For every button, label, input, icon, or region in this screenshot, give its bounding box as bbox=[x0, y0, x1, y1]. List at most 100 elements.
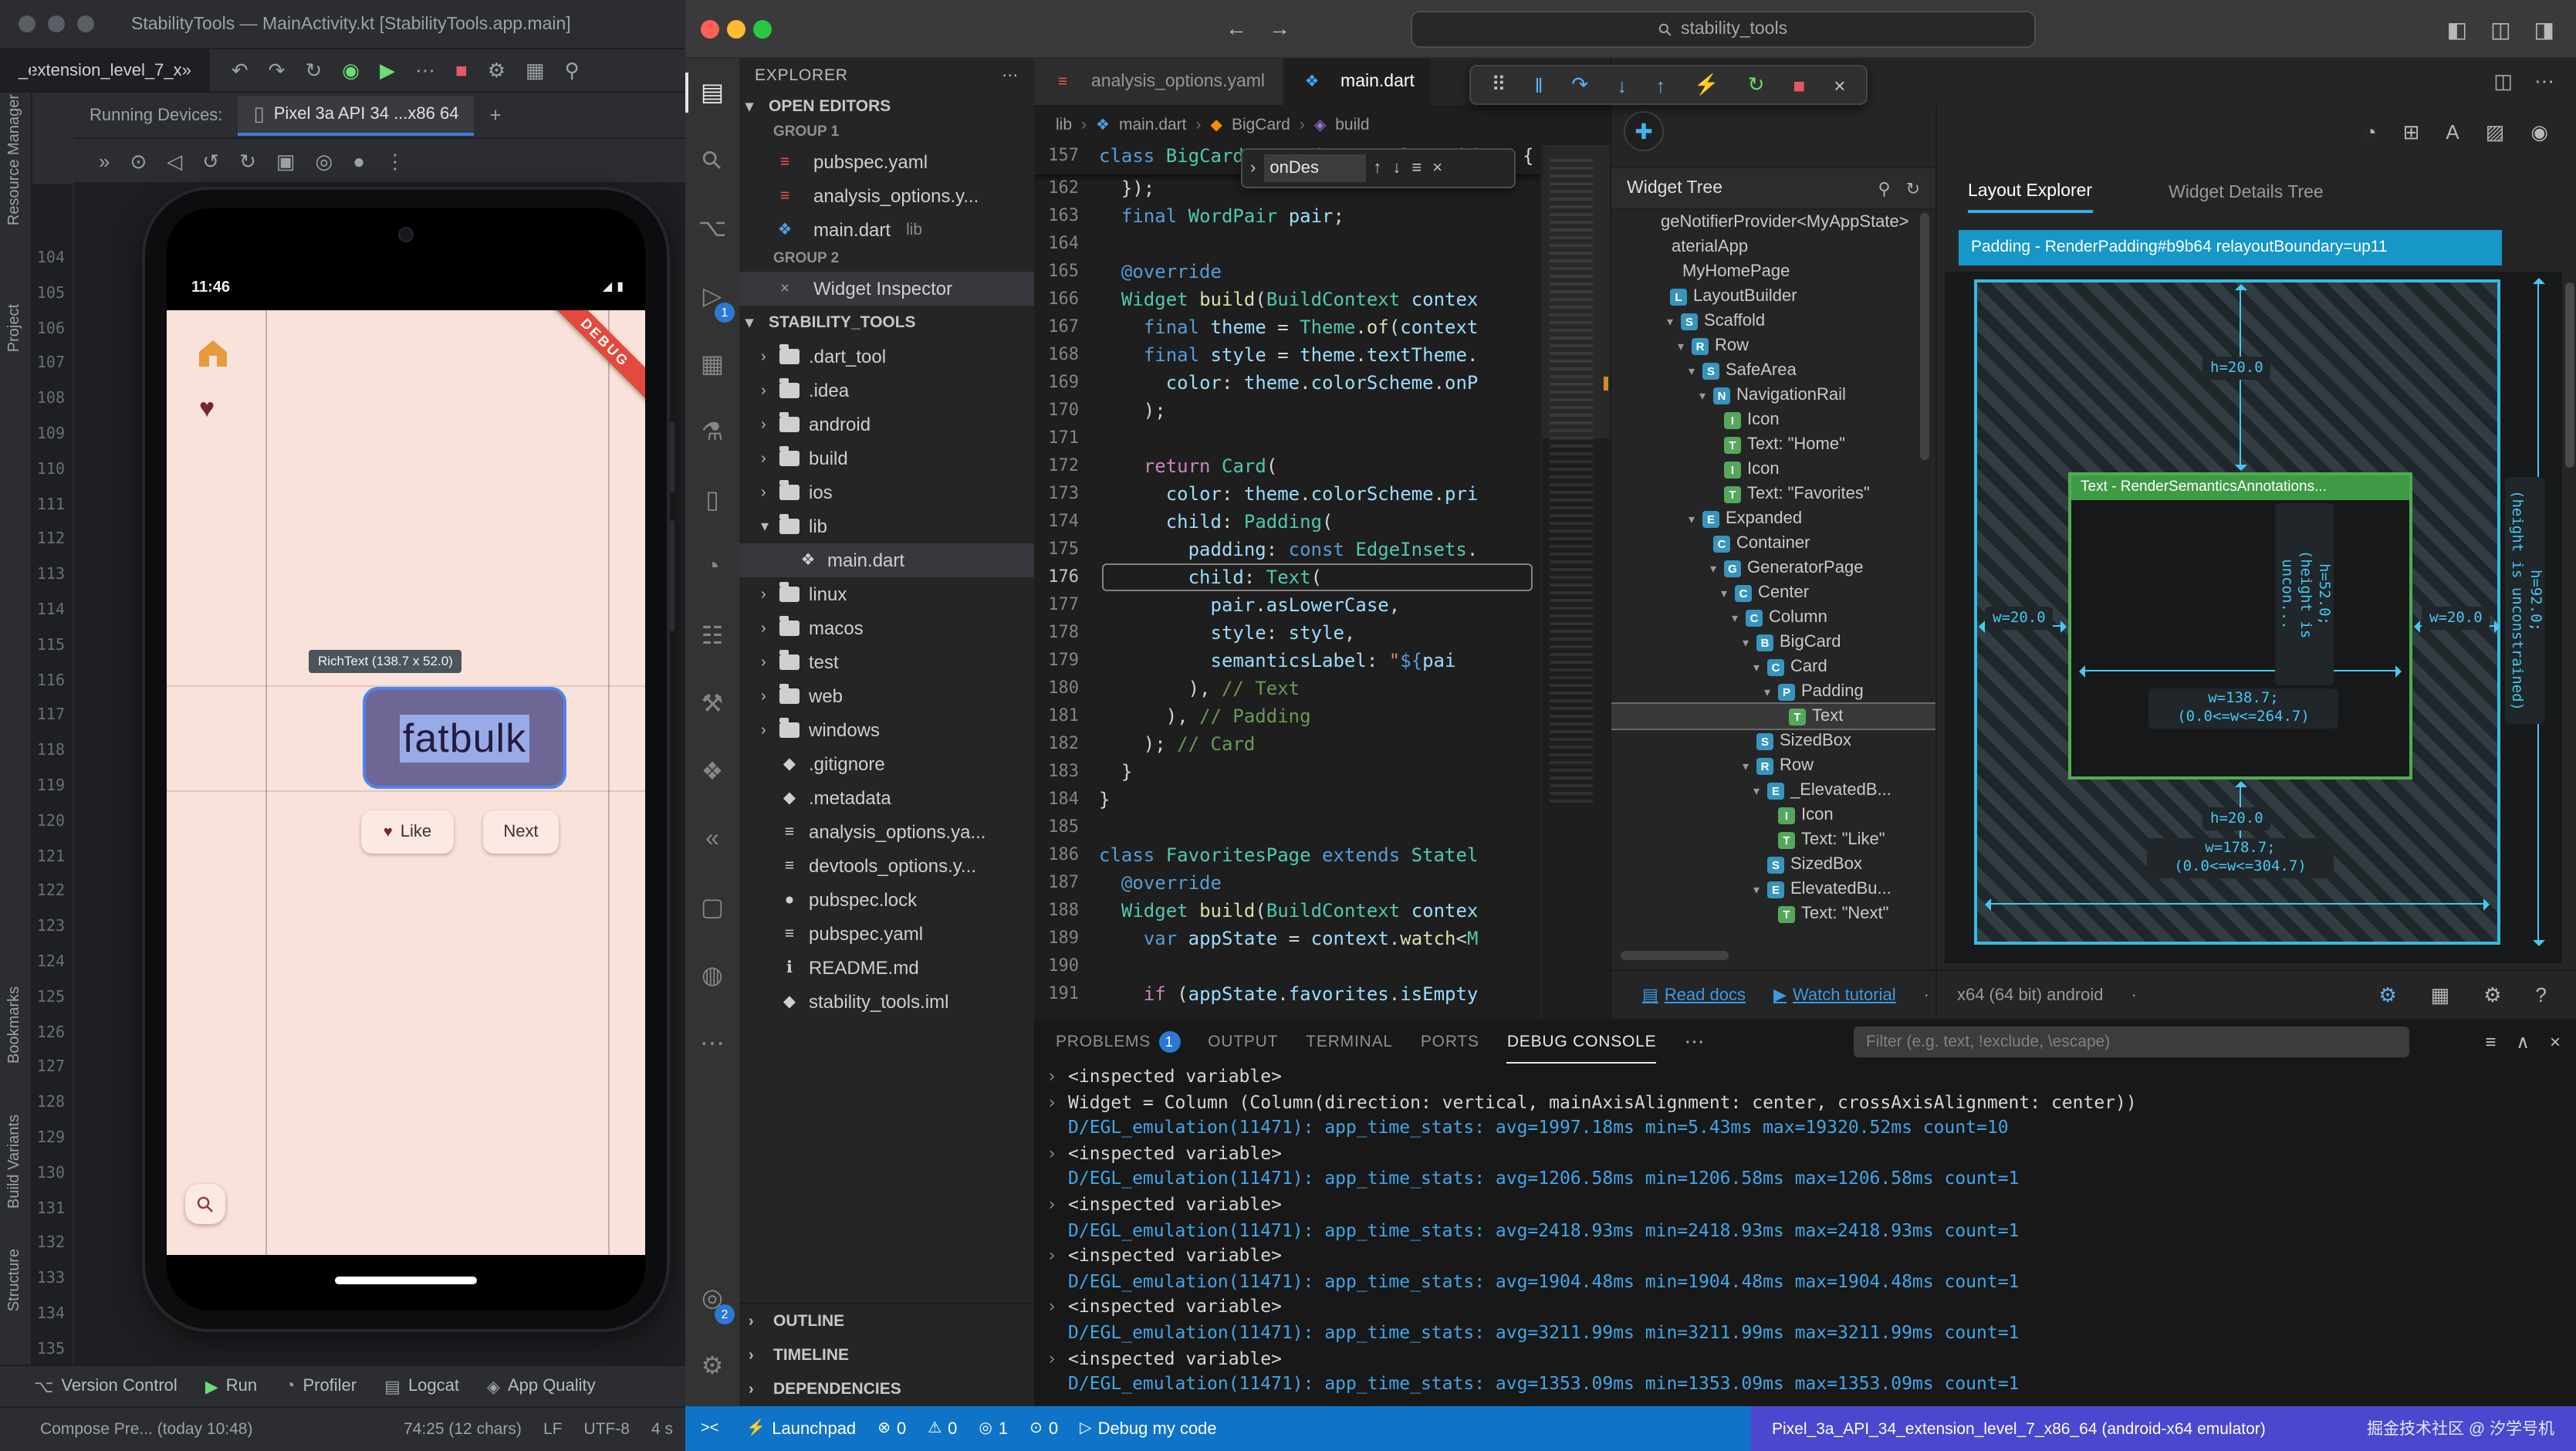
filter-icon[interactable]: ≡ bbox=[2485, 1031, 2496, 1053]
text-render-box[interactable]: Text - RenderSemanticsAnnotations... w=1… bbox=[2068, 472, 2412, 780]
expand-chevron-icon[interactable] bbox=[1046, 1114, 1068, 1140]
code-line[interactable]: 182 ); // Card bbox=[1034, 730, 1610, 758]
panel-more-icon[interactable]: ⋯ bbox=[1684, 1030, 1704, 1054]
console-line[interactable]: › <inspected variable> bbox=[1046, 1294, 2576, 1320]
stop-icon[interactable]: ■ bbox=[1793, 73, 1806, 96]
step-over-icon[interactable]: ↷ bbox=[1571, 73, 1588, 97]
show-baselines-icon[interactable]: A bbox=[2446, 120, 2459, 145]
split-editor-icon[interactable]: ◫ bbox=[2493, 69, 2513, 94]
window-close-icon[interactable] bbox=[19, 15, 35, 32]
explorer-icon[interactable]: ▤ bbox=[685, 59, 739, 127]
expander-icon[interactable]: ▾ bbox=[1732, 611, 1746, 624]
layout-scrollbar[interactable] bbox=[2565, 282, 2574, 468]
padding-render-box[interactable]: h=20.0 w=20.0 w=20.0 h=20.0 w=178.7;(0.0… bbox=[1974, 279, 2500, 945]
editor-tab[interactable]: ❖ main.dart bbox=[1283, 59, 1433, 105]
code-line[interactable]: 183 } bbox=[1034, 758, 1610, 786]
expand-chevron-icon[interactable]: › bbox=[1046, 1243, 1068, 1268]
expand-chevron-icon[interactable] bbox=[1046, 1217, 1068, 1243]
screenshot-icon[interactable]: ◎ bbox=[316, 151, 333, 171]
breadcrumb-item[interactable]: lib bbox=[1056, 116, 1072, 134]
code-line[interactable]: 170 ); bbox=[1034, 397, 1610, 424]
open-editor-item[interactable]: ≡ analysis_options.y... bbox=[739, 179, 1034, 213]
widget-tree-row[interactable]: ▾ R Row bbox=[1611, 333, 1935, 358]
extensions-icon[interactable]: ▦ bbox=[2431, 983, 2450, 1007]
source-control-icon[interactable]: ⌥ bbox=[685, 194, 739, 262]
expander-icon[interactable]: ▾ bbox=[1743, 635, 1756, 649]
expander-icon[interactable]: ▾ bbox=[1699, 388, 1713, 402]
code-line[interactable]: 165 @override bbox=[1034, 258, 1610, 286]
feedback-item[interactable]: ⊙ 0 bbox=[1029, 1419, 1058, 1438]
devtools-settings-icon[interactable]: ⚙ bbox=[2378, 983, 2396, 1007]
widget-tree-row[interactable]: ▾ N NavigationRail bbox=[1611, 383, 1935, 408]
expand-chevron-icon[interactable] bbox=[1046, 1166, 1068, 1192]
expand-chevron-icon[interactable]: › bbox=[1046, 1064, 1068, 1089]
widget-tree-row[interactable]: ▾ S SafeArea bbox=[1611, 358, 1935, 383]
file-tree-row[interactable]: ◆ .gitignore bbox=[739, 747, 1034, 781]
forward-icon[interactable]: → bbox=[1269, 15, 1290, 40]
warnings-item[interactable]: ⚠ 0 bbox=[928, 1419, 957, 1438]
code-line[interactable]: 167 final theme = Theme.of(context bbox=[1034, 313, 1610, 341]
file-tree-row[interactable]: ≡ pubspec.yaml bbox=[739, 917, 1034, 951]
console-line[interactable]: D/EGL_emulation(11471): app_time_stats: … bbox=[1046, 1166, 2576, 1192]
widget-tree-row[interactable]: ▾ E _ElevatedB... bbox=[1611, 778, 1935, 803]
close-panel-icon[interactable]: × bbox=[2550, 1031, 2561, 1053]
pause-icon[interactable]: ‖ bbox=[1535, 73, 1543, 96]
code-line[interactable]: 185 bbox=[1034, 813, 1610, 841]
widget-tree-row[interactable]: ▾ E Expanded bbox=[1611, 506, 1935, 531]
command-center-search[interactable]: ⚲ stability_tools bbox=[1411, 11, 2036, 48]
widget-tree-row[interactable]: ▾ R Row bbox=[1611, 753, 1935, 778]
expander-icon[interactable]: ▾ bbox=[1678, 339, 1692, 353]
widget-tree-row[interactable]: ▾ P Padding bbox=[1611, 679, 1935, 704]
more-run-icon[interactable]: ⋯ bbox=[415, 60, 435, 80]
device-tab[interactable]: ▯ Pixel 3a API 34 ...x86 64 bbox=[238, 95, 474, 135]
console-line[interactable]: › <inspected variable> bbox=[1046, 1141, 2576, 1166]
database-icon[interactable]: ☷ bbox=[685, 602, 739, 670]
rotate-right-icon[interactable]: ↻ bbox=[239, 151, 256, 171]
expand-chevron-icon[interactable]: › bbox=[1046, 1141, 1068, 1166]
window-icon[interactable]: ▢ bbox=[685, 874, 739, 942]
code-line[interactable]: 171 bbox=[1034, 424, 1610, 452]
file-tree-row[interactable]: › windows bbox=[739, 713, 1034, 747]
search-fab[interactable]: ⚲ bbox=[185, 1184, 225, 1224]
console-filter-input[interactable] bbox=[1854, 1027, 2409, 1057]
fold-icon[interactable]: ▣ bbox=[276, 151, 296, 171]
expander-icon[interactable]: ▾ bbox=[1753, 882, 1767, 896]
code-line[interactable]: 177 pair.asLowerCase, bbox=[1034, 591, 1610, 619]
file-tree-row[interactable]: ● pubspec.lock bbox=[739, 883, 1034, 917]
console-line[interactable]: › <inspected variable> bbox=[1046, 1192, 2576, 1217]
tab-layout-explorer[interactable]: Layout Explorer bbox=[1968, 173, 2092, 213]
code-line[interactable]: 173 color: theme.colorScheme.pri bbox=[1034, 480, 1610, 508]
console-line[interactable]: D/EGL_emulation(11471): app_time_stats: … bbox=[1046, 1269, 2576, 1294]
collapse-icon[interactable]: » bbox=[99, 151, 110, 171]
toggle-panel-icon[interactable]: ◫ bbox=[2490, 16, 2510, 42]
expand-chevron-icon[interactable]: › bbox=[1046, 1192, 1068, 1217]
file-tree-row[interactable]: › macos bbox=[739, 611, 1034, 645]
code-line[interactable]: 175 padding: const EdgeInsets. bbox=[1034, 536, 1610, 563]
preferences-icon[interactable]: ⚙ bbox=[2483, 983, 2501, 1007]
expand-chevron-icon[interactable] bbox=[1046, 1320, 1068, 1345]
console-line[interactable]: D/EGL_emulation(11471): app_time_stats: … bbox=[1046, 1217, 2576, 1243]
widget-tree-row[interactable]: I Icon bbox=[1611, 457, 1935, 482]
tool-stripe-label[interactable]: Build Variants bbox=[6, 1114, 23, 1209]
device-status-label[interactable]: Pixel_3a_API_34_extension_level_7_x86_64… bbox=[1772, 1419, 2266, 1438]
toggle-primary-sidebar-icon[interactable]: ◧ bbox=[2447, 16, 2467, 42]
expander-icon[interactable]: ▾ bbox=[1743, 759, 1756, 773]
step-into-icon[interactable]: ↓ bbox=[1617, 73, 1627, 96]
record-icon[interactable]: ● bbox=[353, 151, 365, 171]
expander-icon[interactable]: ▾ bbox=[1689, 512, 1702, 526]
debug-icon[interactable]: ◉ bbox=[342, 60, 360, 80]
window-zoom-icon[interactable] bbox=[77, 15, 94, 32]
code-line[interactable]: 163 final WordPair pair; bbox=[1034, 202, 1610, 230]
code-line[interactable]: 169 color: theme.colorScheme.onP bbox=[1034, 369, 1610, 397]
file-tree-row[interactable]: ≡ analysis_options.ya... bbox=[739, 815, 1034, 849]
project-section[interactable]: ▾STABILITY_TOOLS bbox=[739, 306, 1034, 340]
like-button[interactable]: ♥Like bbox=[361, 810, 454, 854]
widget-tree-row[interactable]: T Text bbox=[1611, 704, 1935, 729]
settings-icon[interactable]: ⚙ bbox=[488, 60, 505, 80]
file-tree-row[interactable]: › web bbox=[739, 679, 1034, 713]
hot-reload-icon[interactable]: ⚡ bbox=[1694, 73, 1719, 97]
errors-item[interactable]: ⊗ 0 bbox=[877, 1419, 906, 1438]
widget-tree-row[interactable]: ▾ C Column bbox=[1611, 605, 1935, 630]
code-line[interactable]: 188 Widget build(BuildContext contex bbox=[1034, 897, 1610, 925]
widget-tree-row[interactable]: T Text: "Home" bbox=[1611, 432, 1935, 457]
